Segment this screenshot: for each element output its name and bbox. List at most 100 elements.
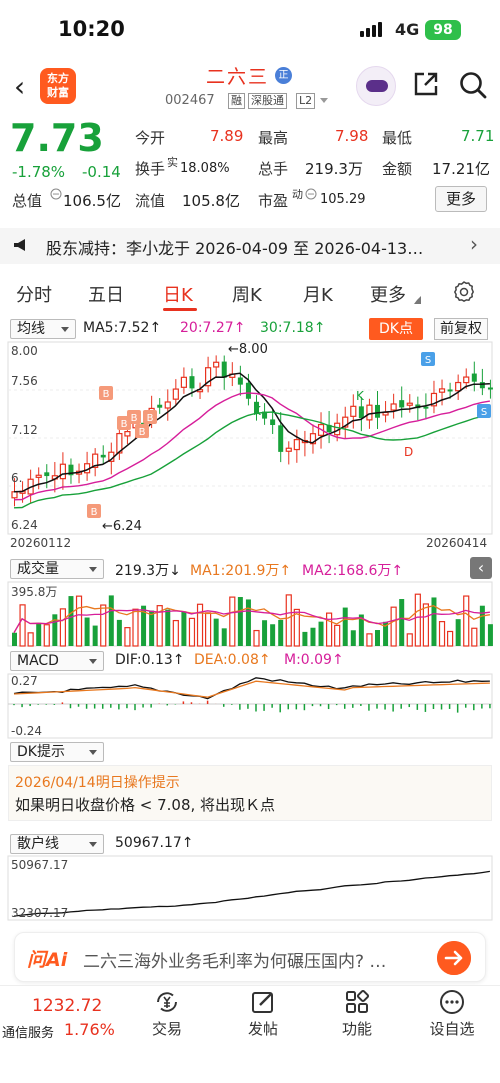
volume-bar-up (366, 633, 373, 647)
adjust-button[interactable]: 前复权 (434, 318, 488, 340)
volume-bar-down (108, 595, 114, 646)
dk-tip-title: 2026/04/14明日操作提示 (15, 775, 180, 791)
buy-marker: B (121, 419, 128, 430)
volume-bar-down (270, 624, 276, 646)
sector-index[interactable]: 1232.72 通信服务 1.76% (2, 996, 115, 1041)
nav-post[interactable]: 发帖 (233, 988, 293, 1039)
tab-more[interactable]: 更多 (370, 281, 406, 307)
k-marker: K (253, 404, 262, 418)
tab-intraday[interactable]: 分时 (16, 281, 52, 307)
sell-marker: S (425, 355, 431, 366)
open-value: 7.89 (210, 127, 244, 145)
notice-text: 股东减持：李小龙于 2026-04-09 至 2026-04-13… (46, 239, 424, 258)
arrow-right-icon[interactable] (437, 941, 471, 975)
info-icon[interactable] (50, 188, 62, 200)
volume-chart (7, 581, 493, 647)
candle-up (366, 404, 373, 421)
candle-down (44, 472, 50, 477)
volume-ma1: MA1:201.9万↑ (190, 563, 292, 579)
buy-marker: B (91, 507, 98, 518)
candle-up (59, 463, 67, 480)
chevron-right-icon[interactable]: › (470, 232, 478, 256)
volume-bar-up (414, 593, 421, 647)
buy-marker: B (139, 427, 146, 438)
volume-selector[interactable]: 成交量 (10, 559, 104, 579)
dk-tip-selector[interactable]: DK提示 (10, 742, 104, 762)
macd-selector[interactable]: MACD (10, 651, 104, 671)
candle-up (213, 361, 220, 368)
volume-bar-down (237, 597, 243, 646)
nav-function[interactable]: 功能 (327, 988, 387, 1039)
volume-bar-up (59, 608, 67, 647)
candle-up (406, 402, 413, 406)
search-icon[interactable] (458, 70, 488, 100)
candle-up (438, 388, 446, 393)
volume-bar-up (27, 632, 34, 647)
chevron-down-icon[interactable] (320, 98, 328, 103)
candle-down (358, 406, 364, 419)
candle-down (237, 377, 243, 385)
network-type: 4G (395, 20, 420, 39)
tab-five-day[interactable]: 五日 (88, 281, 124, 307)
candle-up (124, 431, 131, 437)
ma20-value: 20:7.27↑ (180, 320, 246, 336)
volume-bar-up (334, 624, 341, 647)
volume-bar-up (132, 608, 139, 647)
share-icon[interactable] (412, 70, 440, 98)
candle-down (471, 373, 477, 382)
kline-chart[interactable]: BBBBBBSSKKD (7, 341, 493, 535)
ai-question-text: 二六三海外业务毛利率为何碾压国内? … (83, 952, 387, 972)
dk-point-button[interactable]: DK点 (369, 318, 423, 340)
candle-down (157, 404, 163, 408)
retail-frame (7, 855, 493, 921)
turnover-label: 换手 (135, 160, 166, 178)
candle-up (463, 376, 470, 384)
ma-selector[interactable]: 均线 (10, 319, 76, 339)
collapse-icon[interactable]: ‹ (470, 557, 492, 579)
more-button[interactable]: 更多 (435, 186, 487, 212)
retail-selector[interactable]: 散户线 (10, 834, 104, 854)
macd-y-bottom: -0.24 (11, 724, 43, 738)
volume-bar-up (19, 604, 26, 647)
buy-marker: B (103, 389, 110, 400)
low-value: 7.71 (461, 127, 495, 145)
pe-label: 市盈 (258, 192, 289, 210)
notice-bar[interactable]: 股东减持：李小龙于 2026-04-09 至 2026-04-13… › (0, 228, 500, 264)
back-icon[interactable]: ‹ (14, 70, 25, 103)
volume-bar-up (438, 621, 446, 647)
max-price-label: ←8.00 (228, 342, 268, 357)
ai-question-bar[interactable]: 问Ai 二六三海外业务毛利率为何碾压国内? … (14, 932, 486, 982)
y-axis-mid: 7.56 (11, 374, 38, 388)
k-marker: K (356, 389, 365, 403)
candle-up (285, 447, 292, 452)
volume-bar-up (326, 612, 333, 647)
gear-icon[interactable] (452, 280, 476, 304)
sector-index-pct: 1.76% (64, 1020, 115, 1039)
ai-logo: 问Ai (27, 949, 68, 971)
tab-daily-k[interactable]: 日K (163, 281, 193, 307)
float-value: 105.8亿 (182, 192, 240, 210)
info-icon[interactable] (305, 188, 317, 200)
tab-weekly-k[interactable]: 周K (232, 281, 262, 307)
pe-value: 105.29 (320, 192, 366, 207)
tab-monthly-k[interactable]: 月K (303, 281, 333, 307)
volume-bar-up (172, 619, 179, 647)
volume-label: 总手 (258, 160, 289, 178)
volume-bar-down (350, 630, 356, 646)
volume-bar-up (406, 633, 413, 647)
candle-up (350, 405, 357, 417)
nav-trade[interactable]: 交易 (137, 988, 197, 1039)
high-value: 7.98 (335, 127, 369, 145)
volume-bar-up (100, 604, 107, 647)
y-axis-bottom: 6.24 (11, 518, 38, 532)
volume-bar-down (487, 624, 493, 646)
robot-avatar[interactable] (356, 66, 396, 106)
volume-bar-up (205, 612, 212, 647)
volume-bar-down (36, 622, 42, 646)
volume-bar-down (245, 599, 251, 646)
macd-m: M:0.09↑ (284, 652, 344, 668)
candle-up (293, 439, 300, 451)
buy-marker: B (147, 413, 154, 424)
battery-icon: 98 (425, 20, 461, 40)
nav-watchlist[interactable]: 设自选 (422, 988, 482, 1039)
